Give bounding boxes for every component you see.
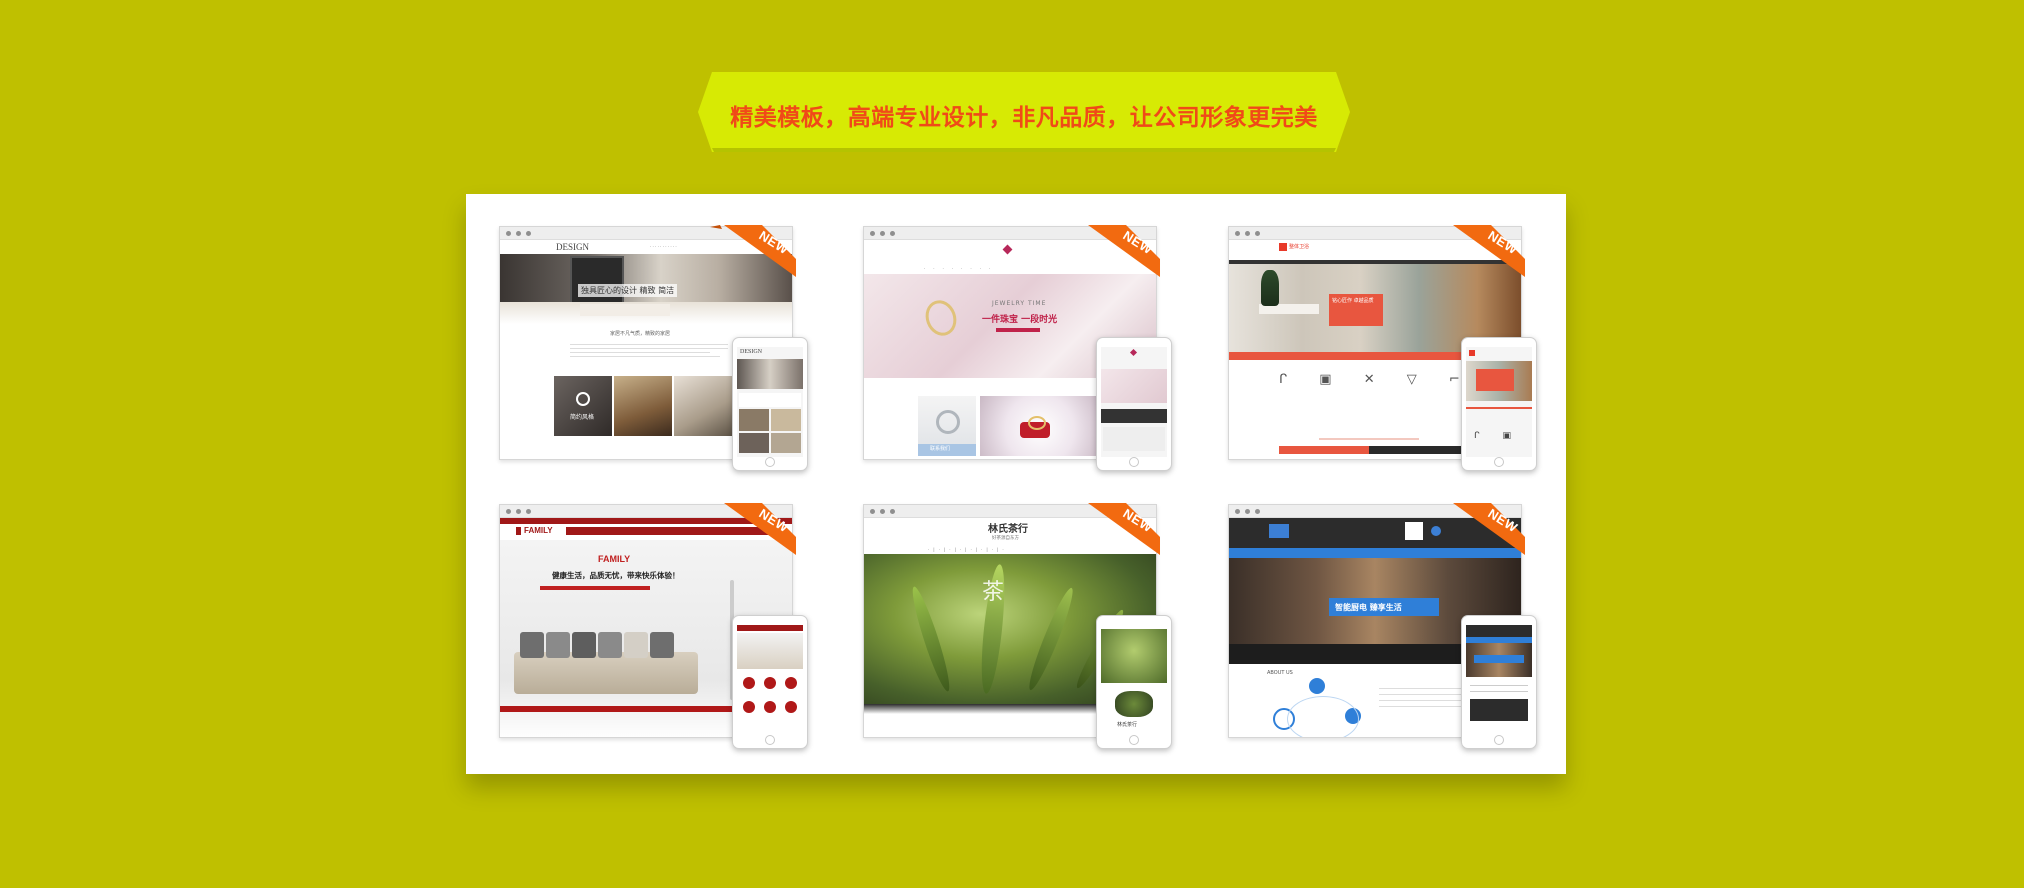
banner-title: 精美模板，高端专业设计，非凡品质，让公司形象更完美 (730, 105, 1318, 131)
hero-heading: FAMILY (598, 554, 631, 564)
mobile-preview (1461, 615, 1537, 749)
mobile-preview: DESIGN (732, 337, 808, 471)
hero-text: 健康生活，品质无忧，带来快乐体验！ (552, 571, 680, 580)
hero-text: 独具匠心的设计 精致 简洁 (578, 284, 678, 297)
window-dot (516, 231, 521, 236)
promo-banner: 精美模板，高端专业设计，非凡品质，让公司形象更完美 (698, 72, 1350, 152)
template-logo: DESIGN (556, 242, 589, 252)
gallery-image: 简约风格 (554, 376, 612, 436)
hero-small-text: JEWELRY TIME (992, 300, 1047, 307)
template-card-design[interactable]: DESIGN · · · · · · · · · · · 独具匠心的设计 精致 … (499, 225, 808, 471)
window-dot (506, 231, 511, 236)
brand-name: 整体卫浴 (1289, 244, 1310, 250)
mobile-preview (732, 615, 808, 749)
template-subtitle: 家居不凡气质，精致的家居 (610, 331, 671, 337)
mobile-preview: ᒋ ▣ (1461, 337, 1537, 471)
new-ribbon: NEW (1074, 225, 1160, 277)
product-image (980, 396, 1100, 456)
new-ribbon: NEW (1439, 225, 1525, 277)
template-logo: FAMILY (524, 526, 553, 535)
hero-text: 铭心匠作 卓越品质 (1332, 298, 1374, 304)
new-ribbon: NEW (710, 503, 796, 555)
template-card-jewelry[interactable]: · · · · · · · · JEWELRY TIME 一件珠宝 一段时光 联… (863, 225, 1172, 471)
template-card-kitchen[interactable]: 智能厨电 臻享生活 ABOUT US NEW (1228, 503, 1537, 749)
hero-text: 一件珠宝 一段时光 (982, 315, 1058, 325)
template-card-bath[interactable]: 整体卫浴 铭心匠作 卓越品质 ᒋ ▣ ✕ ▽ ⌐ ▮ NEW ᒋ ▣ (1228, 225, 1537, 471)
gallery-image (614, 376, 672, 436)
mobile-preview: 林氏茶行 (1096, 615, 1172, 749)
new-ribbon: NEW (710, 225, 796, 277)
template-showcase-panel: DESIGN · · · · · · · · · · · 独具匠心的设计 精致 … (466, 194, 1566, 774)
product-image: 联系我们 (918, 396, 976, 456)
window-dot (526, 231, 531, 236)
template-title: 林氏茶行 (988, 524, 1028, 535)
new-ribbon: NEW (1074, 503, 1160, 555)
template-card-family[interactable]: FAMILY FAMILY 健康生活，品质无忧，带来快乐体验！ NEW (499, 503, 808, 749)
template-subtitle: 好茶源自东方 (992, 536, 1019, 541)
new-ribbon: NEW (1439, 503, 1525, 555)
section-label: ABOUT US (1267, 670, 1293, 676)
hero-text: 智能厨电 臻享生活 (1335, 603, 1402, 612)
gallery-caption: 简约风格 (570, 414, 595, 421)
gallery-image (674, 376, 732, 436)
template-card-tea[interactable]: 林氏茶行 好茶源自东方 · | · | · | · | · | · | · | … (863, 503, 1172, 749)
jewelry-logo (1002, 244, 1013, 255)
mobile-preview (1096, 337, 1172, 471)
